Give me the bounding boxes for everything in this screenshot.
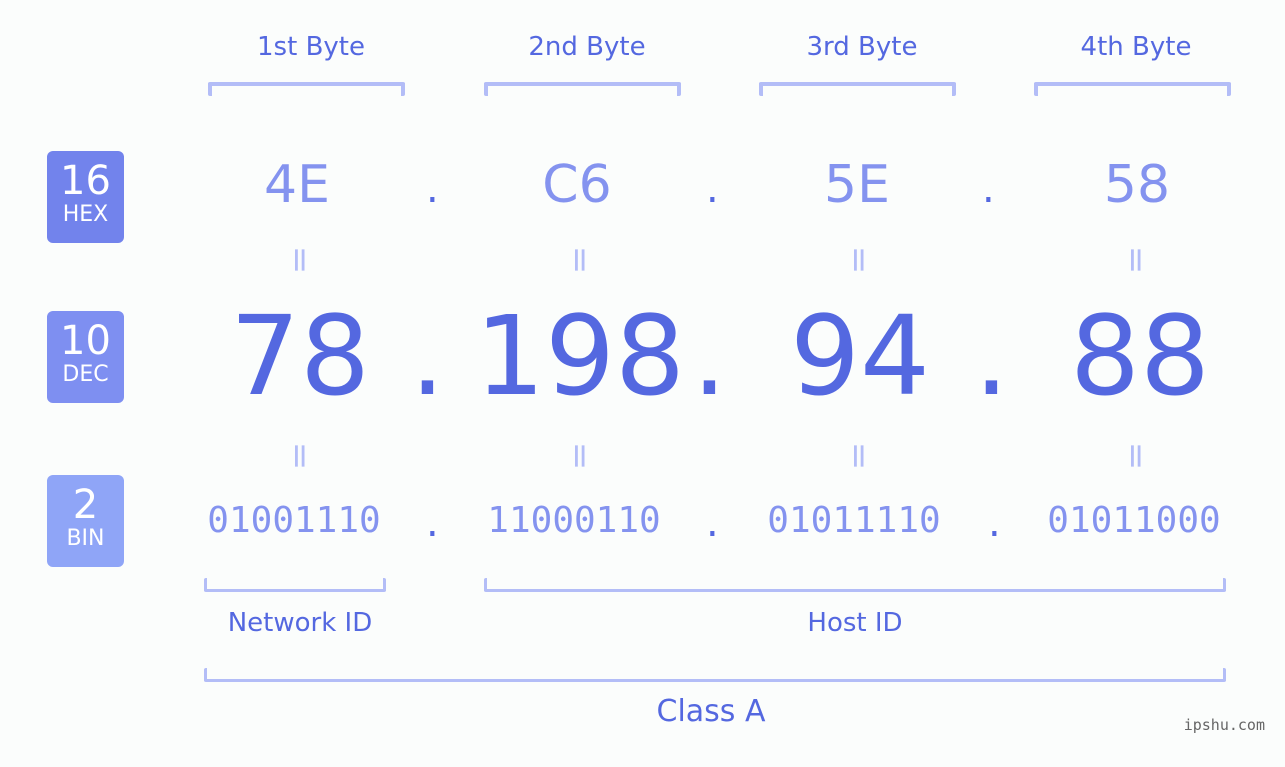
class-bracket: [204, 668, 1226, 682]
byte-label-4: 4th Byte: [1080, 32, 1192, 62]
hex-separator-1: .: [426, 166, 439, 212]
byte-bracket-4: [1034, 82, 1231, 96]
bin-value-4: 01011000: [1047, 500, 1221, 541]
hex-separator-2: .: [706, 166, 719, 212]
equals-icon: =: [560, 441, 600, 471]
bin-value-1: 01001110: [207, 500, 381, 541]
dec-badge: 10 DEC: [47, 311, 124, 403]
dec-value-2: 198: [475, 292, 685, 420]
host-id-label: Host ID: [807, 608, 903, 638]
hex-value-4: 58: [1103, 155, 1171, 215]
dec-badge-label: DEC: [62, 362, 109, 387]
byte-label-2: 2nd Byte: [528, 32, 646, 62]
hex-value-2: C6: [542, 155, 612, 215]
dec-value-4: 88: [1070, 292, 1210, 420]
dec-separator-3: .: [974, 292, 1009, 420]
bin-separator-1: .: [426, 500, 439, 546]
equals-icon: =: [280, 441, 320, 471]
bin-separator-3: .: [988, 500, 1001, 546]
equals-icon: =: [839, 441, 879, 471]
host-id-bracket: [484, 578, 1226, 592]
bin-separator-2: .: [706, 500, 719, 546]
hex-badge-base: 16: [60, 158, 111, 204]
bin-badge-label: BIN: [66, 526, 105, 551]
dec-separator-2: .: [692, 292, 727, 420]
byte-label-1: 1st Byte: [257, 32, 365, 62]
byte-bracket-1: [208, 82, 405, 96]
network-id-bracket: [204, 578, 386, 592]
hex-value-3: 5E: [824, 155, 890, 215]
dec-separator-1: .: [410, 292, 445, 420]
byte-bracket-3: [759, 82, 956, 96]
equals-icon: =: [1116, 245, 1156, 275]
bin-badge: 2 BIN: [47, 475, 124, 567]
hex-value-1: 4E: [264, 155, 330, 215]
dec-value-1: 78: [230, 292, 370, 420]
bin-value-3: 01011110: [767, 500, 941, 541]
equals-icon: =: [839, 245, 879, 275]
byte-bracket-2: [484, 82, 681, 96]
equals-icon: =: [1116, 441, 1156, 471]
hex-separator-3: .: [982, 166, 995, 212]
network-id-label: Network ID: [227, 608, 373, 638]
dec-value-3: 94: [790, 292, 930, 420]
hex-badge-label: HEX: [62, 202, 109, 227]
bin-badge-base: 2: [72, 482, 99, 528]
dec-badge-base: 10: [60, 318, 111, 364]
bin-value-2: 11000110: [487, 500, 661, 541]
equals-icon: =: [280, 245, 320, 275]
class-label: Class A: [656, 694, 766, 729]
equals-icon: =: [560, 245, 600, 275]
watermark: ipshu.com: [1183, 716, 1265, 734]
byte-label-3: 3rd Byte: [806, 32, 918, 62]
hex-badge: 16 HEX: [47, 151, 124, 243]
